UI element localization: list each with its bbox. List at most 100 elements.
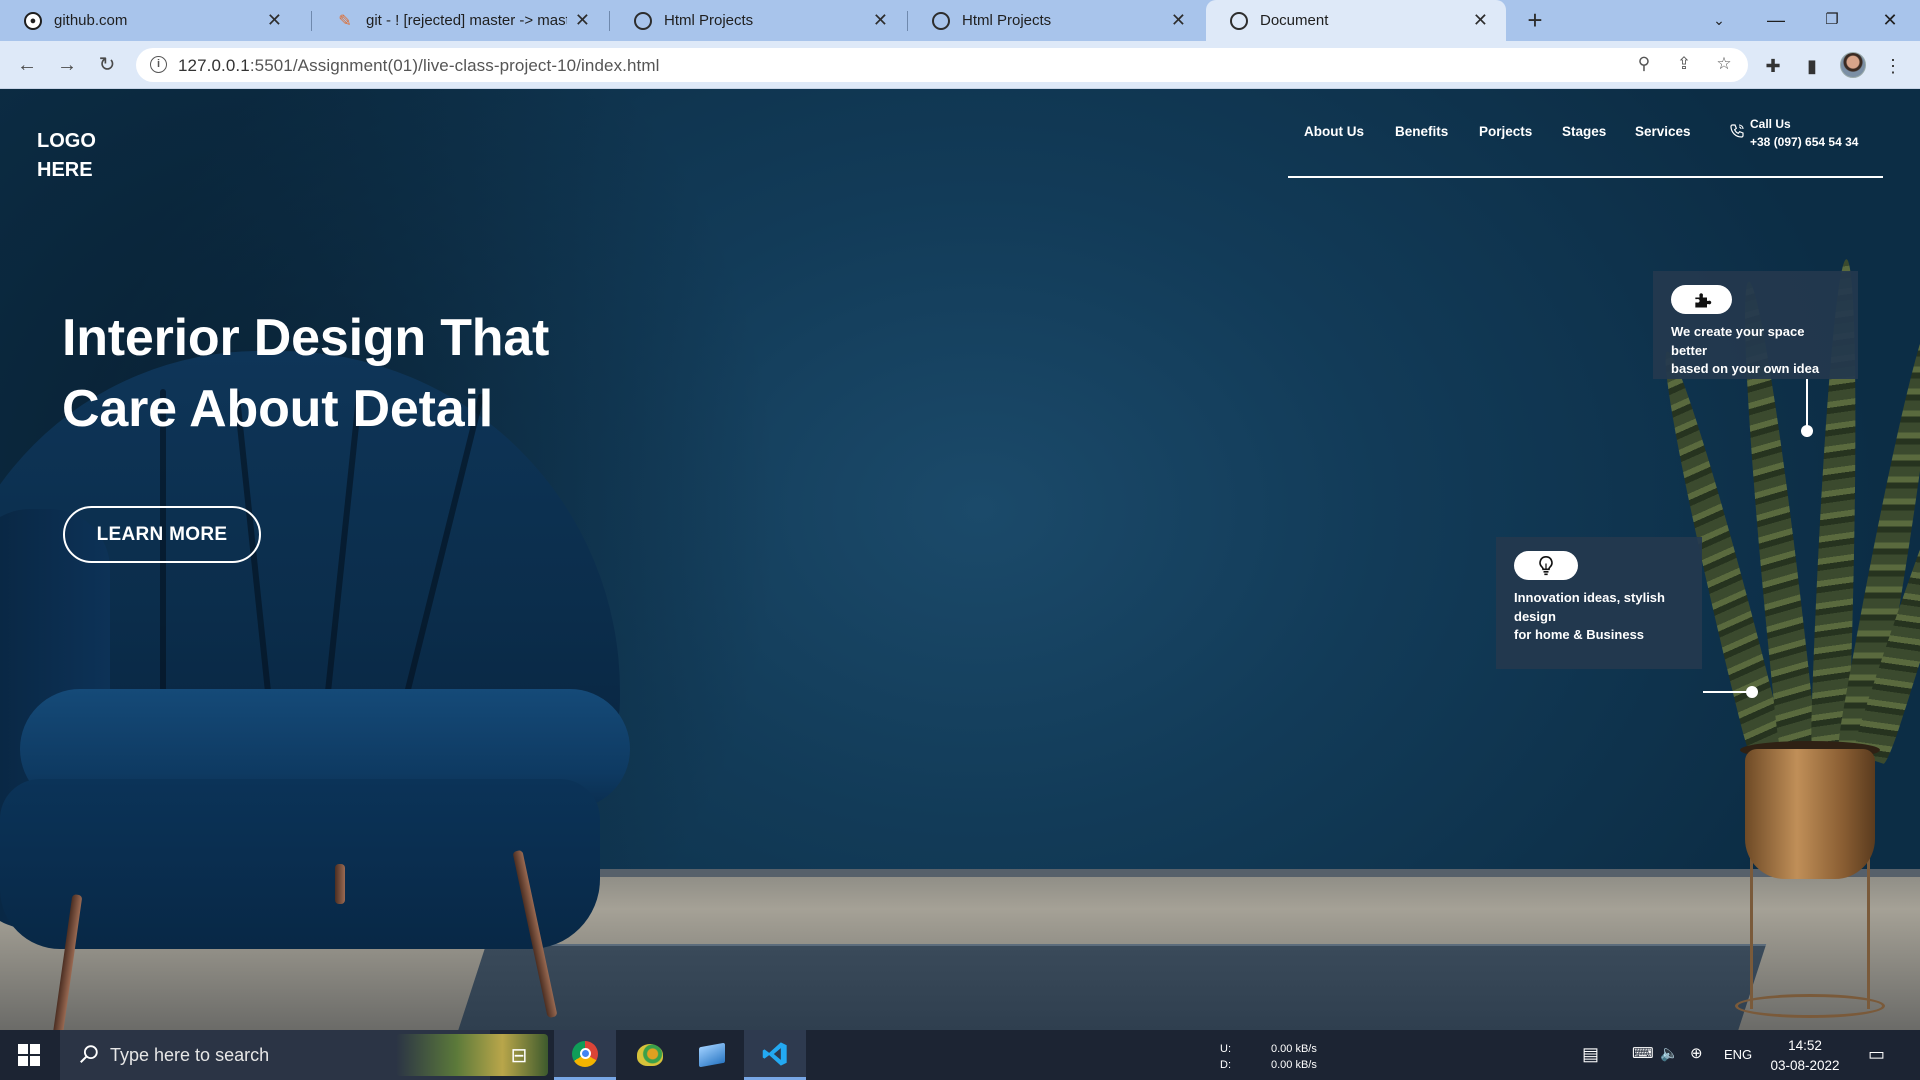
- net-down-value: 0.00 kB/s: [1271, 1059, 1317, 1071]
- profile-avatar[interactable]: [1840, 52, 1866, 78]
- windows-logo-icon: [18, 1044, 40, 1066]
- windows-taskbar: Type here to search ⊟ U: 0.00 kB/s D: 0.00…: [0, 1030, 1920, 1080]
- minimize-button[interactable]: —: [1748, 0, 1804, 41]
- card-icon-pill: [1514, 551, 1578, 580]
- url-path: :5501/Assignment(01)/live-class-project-…: [249, 56, 660, 75]
- armchair-leg: [335, 864, 345, 904]
- feature-card-innovation: Innovation ideas, stylish design for hom…: [1496, 537, 1702, 669]
- taskbar-chrome[interactable]: [554, 1030, 616, 1080]
- tab-title: github.com: [54, 12, 128, 29]
- site-info-icon[interactable]: i: [150, 56, 167, 73]
- clock-date: 03-08-2022: [1770, 1058, 1840, 1073]
- tab-title: Html Projects: [664, 12, 754, 29]
- close-icon[interactable]: ✕: [1473, 10, 1488, 31]
- close-icon[interactable]: ✕: [873, 10, 888, 31]
- logo-line: HERE: [37, 159, 93, 181]
- taskbar-vscode[interactable]: [744, 1030, 806, 1080]
- learn-more-button[interactable]: LEARN MORE: [63, 506, 261, 563]
- network-globe-icon[interactable]: ⊕: [1690, 1044, 1703, 1062]
- side-panel-icon[interactable]: ▮: [1799, 53, 1825, 79]
- rug-image: [453, 944, 1767, 1030]
- lightbulb-icon: [1539, 555, 1553, 575]
- hero-section: LOGO HERE About Us Benefits Porjects Sta…: [0, 89, 1920, 1030]
- tab-document[interactable]: Document ✕: [1206, 0, 1506, 41]
- notification-icon[interactable]: ▭: [1868, 1044, 1885, 1065]
- card-connector-dot: [1746, 686, 1758, 698]
- start-button[interactable]: [0, 1030, 58, 1080]
- taskbar-app-device[interactable]: [682, 1030, 742, 1080]
- tab-git-rejected[interactable]: ✎ git - ! [rejected] master -> maste ✕: [312, 0, 608, 41]
- taskbar-clock[interactable]: 14:52 03-08-2022: [1760, 1036, 1850, 1076]
- plant-stand-ring: [1735, 994, 1885, 1018]
- nav-benefits[interactable]: Benefits: [1395, 124, 1448, 139]
- tab-html-projects-1[interactable]: Html Projects ✕: [610, 0, 906, 41]
- app-icon: [637, 1044, 663, 1066]
- restore-button[interactable]: ❐: [1804, 0, 1860, 41]
- globe-icon: [932, 11, 950, 30]
- browser-toolbar: ← → ↻ i 127.0.0.1:5501/Assignment(01)/li…: [0, 41, 1920, 89]
- zoom-icon[interactable]: ⚲: [1632, 54, 1656, 76]
- net-up-label: U:: [1220, 1043, 1231, 1055]
- globe-icon: [634, 11, 652, 30]
- site-logo[interactable]: LOGO HERE: [37, 127, 96, 185]
- task-view-icon[interactable]: ⊟: [494, 1030, 544, 1080]
- card-text-line: based on your own idea: [1671, 361, 1820, 376]
- menu-kebab-icon[interactable]: ⋮: [1880, 53, 1906, 79]
- keyboard-icon[interactable]: ⌨: [1632, 1044, 1654, 1062]
- plant-pot: [1745, 749, 1875, 879]
- back-button[interactable]: ←: [12, 50, 42, 80]
- feature-card-idea: We create your space better based on you…: [1653, 271, 1858, 379]
- news-widget-icon[interactable]: ▤: [1582, 1044, 1599, 1065]
- net-down-label: D:: [1220, 1059, 1231, 1071]
- nav-services[interactable]: Services: [1635, 124, 1691, 139]
- reload-button[interactable]: ↻: [92, 50, 122, 80]
- puzzle-icon: [1694, 292, 1711, 307]
- nav-about-us[interactable]: About Us: [1304, 124, 1364, 139]
- card-text-line: We create your space better: [1671, 324, 1805, 358]
- nav-stages[interactable]: Stages: [1562, 124, 1606, 139]
- net-up-value: 0.00 kB/s: [1271, 1043, 1317, 1055]
- close-window-button[interactable]: ✕: [1862, 0, 1918, 41]
- url-host: 127.0.0.1: [178, 56, 250, 75]
- github-icon: ●: [24, 11, 42, 30]
- tab-html-projects-2[interactable]: Html Projects ✕: [908, 0, 1204, 41]
- git-icon: ✎: [338, 12, 352, 30]
- address-bar[interactable]: i 127.0.0.1:5501/Assignment(01)/live-cla…: [136, 48, 1748, 82]
- tab-title: git - ! [rejected] master -> maste: [366, 12, 567, 29]
- tab-github[interactable]: ● github.com ✕: [0, 0, 300, 41]
- close-icon[interactable]: ✕: [575, 10, 590, 31]
- search-placeholder: Type here to search: [110, 1044, 270, 1065]
- taskbar-search[interactable]: Type here to search: [60, 1030, 548, 1080]
- vscode-icon: [762, 1041, 787, 1066]
- globe-icon: [1230, 11, 1248, 30]
- extensions-puzzle-icon[interactable]: ✚: [1760, 53, 1786, 79]
- nav-divider: [1288, 176, 1883, 178]
- phone-icon: [1730, 124, 1744, 138]
- hero-title-line: Care About Detail: [62, 380, 493, 438]
- call-us-number: +38 (097) 654 54 34: [1750, 135, 1859, 149]
- hero-title: Interior Design That Care About Detail: [62, 303, 549, 445]
- share-icon[interactable]: ⇪: [1672, 54, 1696, 76]
- taskbar-app-snail[interactable]: [620, 1030, 680, 1080]
- tab-title: Html Projects: [962, 12, 1052, 29]
- close-icon[interactable]: ✕: [1171, 10, 1186, 31]
- volume-icon[interactable]: 🔈: [1660, 1044, 1679, 1062]
- browser-tab-strip: ● github.com ✕ ✎ git - ! [rejected] mast…: [0, 0, 1920, 41]
- card-connector-dot: [1801, 425, 1813, 437]
- call-us-label: Call Us: [1750, 117, 1791, 131]
- close-icon[interactable]: ✕: [267, 10, 282, 31]
- language-indicator[interactable]: ENG: [1724, 1047, 1752, 1062]
- bookmark-star-icon[interactable]: ☆: [1712, 54, 1736, 76]
- network-speed-meter: U: 0.00 kB/s D: 0.00 kB/s: [1220, 1041, 1317, 1073]
- url-text[interactable]: 127.0.0.1:5501/Assignment(01)/live-class…: [178, 56, 660, 76]
- call-us-block[interactable]: Call Us +38 (097) 654 54 34: [1750, 115, 1858, 151]
- forward-button[interactable]: →: [52, 50, 82, 80]
- clock-time: 14:52: [1788, 1038, 1822, 1053]
- hero-title-line: Interior Design That: [62, 309, 550, 367]
- card-icon-pill: [1671, 285, 1732, 314]
- search-icon: [80, 1045, 98, 1063]
- nav-projects[interactable]: Porjects: [1479, 124, 1532, 139]
- armchair-front: [0, 779, 600, 949]
- tab-search-icon[interactable]: ⌄: [1691, 0, 1747, 41]
- new-tab-button[interactable]: +: [1520, 5, 1550, 35]
